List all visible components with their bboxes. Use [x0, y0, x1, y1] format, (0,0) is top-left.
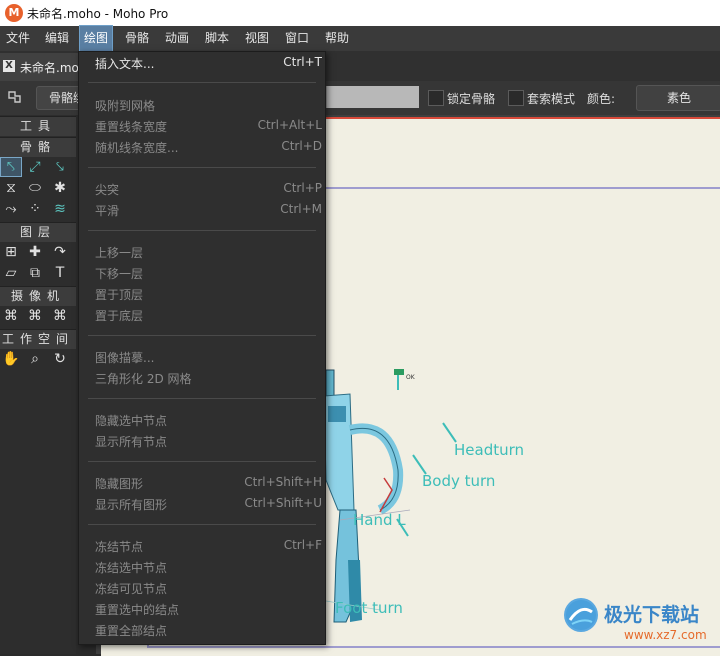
menu-item-freeze-selected-points[interactable]: 冻结选中节点	[78, 556, 324, 577]
menu-item-freeze-visible-points[interactable]: 冻结可见节点	[78, 577, 324, 598]
close-tab-icon[interactable]: X	[3, 60, 15, 72]
reparent-bone-tool-icon[interactable]: ⧖	[1, 179, 21, 197]
camera-roll-tool-icon[interactable]: ⌘	[50, 307, 70, 325]
bone-tools-header: 骨骼	[0, 137, 76, 157]
shear-layer-tool-icon[interactable]: ▱	[1, 264, 21, 282]
menu-separator	[88, 524, 316, 525]
menu-separator	[88, 230, 316, 231]
bone-label-body-turn[interactable]: Body turn	[422, 472, 495, 490]
menu-item-freeze-points[interactable]: 冻结节点 Ctrl+F	[78, 535, 324, 556]
menu-item-raise-shape[interactable]: 上移一层	[78, 241, 324, 262]
camera-tools-header: 摄像机	[0, 286, 76, 306]
menu-bone[interactable]: 骨骼	[121, 26, 153, 51]
menu-item-random-line-width[interactable]: 随机线条宽度... Ctrl+D	[78, 136, 324, 157]
menu-item-reset-line-width[interactable]: 重置线条宽度 Ctrl+Alt+L	[78, 115, 324, 136]
window-title: 未命名.moho - Moho Pro	[27, 7, 169, 21]
watermark-title: 极光下载站	[604, 604, 700, 626]
menu-item-triangulate-mesh[interactable]: 三角形化 2D 网格	[78, 367, 324, 388]
menu-item-snap-to-grid[interactable]: 吸附到网格	[78, 94, 324, 115]
bind-points-tool-icon[interactable]: ⁘	[25, 200, 45, 218]
watermark-url: www.xz7.com	[624, 628, 707, 642]
menu-separator	[88, 167, 316, 168]
rotate-layer-tool-icon[interactable]: ↷	[50, 243, 70, 261]
menu-edit[interactable]: 编辑	[41, 26, 73, 51]
bind-layer-tool-icon[interactable]: ⤳	[1, 200, 21, 218]
text-tool-icon[interactable]: T	[50, 264, 70, 282]
menu-item-reset-all-points[interactable]: 重置全部结点	[78, 619, 324, 640]
bone-strength-tool-icon[interactable]: ⬭	[25, 179, 45, 197]
menu-item-hide-selected-points[interactable]: 隐藏选中节点	[78, 409, 324, 430]
lock-bone-checkbox[interactable]	[428, 90, 444, 106]
add-bone-tool-icon[interactable]: ⤥	[50, 158, 70, 176]
lock-bone-label: 锁定骨骼	[447, 92, 496, 106]
menu-file[interactable]: 文件	[2, 26, 34, 51]
menu-item-smooth[interactable]: 平滑 Ctrl+M	[78, 199, 324, 220]
menu-help[interactable]: 帮助	[321, 26, 353, 51]
menu-item-lower-shape[interactable]: 下移一层	[78, 262, 324, 283]
menu-item-send-to-bottom[interactable]: 置于底层	[78, 304, 324, 325]
lasso-mode-label: 套索模式	[527, 92, 576, 106]
menu-window[interactable]: 窗口	[281, 26, 313, 51]
set-origin-tool-icon[interactable]: ✚	[25, 243, 45, 261]
bone-label-headturn[interactable]: Headturn	[454, 441, 524, 459]
menu-draw[interactable]: 绘图	[78, 25, 114, 52]
menu-script[interactable]: 脚本	[201, 26, 233, 51]
transform-layer-tool-icon[interactable]: ⊞	[1, 243, 21, 261]
bone-label-foot-turn[interactable]: Foot turn	[335, 599, 403, 617]
menu-view[interactable]: 视图	[241, 26, 273, 51]
camera-zoom-tool-icon[interactable]: ⌘	[25, 307, 45, 325]
menu-item-reset-selected-points[interactable]: 重置选中的结点	[78, 598, 324, 619]
bone-tool-icon	[6, 88, 26, 106]
layer-tools-header: 图层	[0, 222, 76, 242]
lasso-mode-checkbox[interactable]	[508, 90, 524, 106]
moho-logo-icon: M	[5, 4, 23, 22]
transform-bone-tool-icon[interactable]: ⤢	[25, 158, 45, 176]
camera-track-tool-icon[interactable]: ⌘	[1, 307, 21, 325]
hand-pan-tool-icon[interactable]: ✋	[1, 350, 21, 368]
menu-item-peak[interactable]: 尖突 Ctrl+P	[78, 178, 324, 199]
frame-guide-bottom	[147, 646, 720, 648]
color-select[interactable]: 素色	[636, 85, 720, 111]
menu-item-trace-image[interactable]: 图像描摹...	[78, 346, 324, 367]
rotate-workspace-tool-icon[interactable]: ↻	[50, 350, 70, 368]
zoom-tool-icon[interactable]: ⌕	[25, 350, 45, 368]
workspace-tools-header: 工作空间	[0, 329, 76, 349]
manipulate-bones-tool-icon[interactable]: ✱	[50, 179, 70, 197]
watermark-logo-icon	[564, 598, 598, 632]
menu-item-hide-shapes[interactable]: 隐藏图形 Ctrl+Shift+H	[78, 472, 324, 493]
menu-separator	[88, 82, 316, 83]
menu-item-show-all-points[interactable]: 显示所有节点	[78, 430, 324, 451]
menu-item-bring-to-top[interactable]: 置于顶层	[78, 283, 324, 304]
menu-separator	[88, 461, 316, 462]
menu-item-show-all-shapes[interactable]: 显示所有图形 Ctrl+Shift+U	[78, 493, 324, 514]
menu-separator	[88, 398, 316, 399]
switch-layer-tool-icon[interactable]: ⧉	[25, 264, 45, 282]
offset-bone-tool-icon[interactable]: ≋	[50, 200, 70, 218]
menu-separator	[88, 335, 316, 336]
small-bone-marker-label: OK	[406, 374, 415, 381]
select-bone-tool-icon[interactable]: ⤣	[0, 157, 22, 177]
bone-label-hand-l[interactable]: Hand L	[353, 511, 406, 529]
menu-item-insert-text[interactable]: 插入文本... Ctrl+T	[78, 52, 324, 73]
bone-name-field[interactable]	[326, 86, 419, 108]
color-label: 颜色:	[587, 92, 616, 106]
small-bone-marker	[394, 369, 404, 390]
menu-animation[interactable]: 动画	[161, 26, 193, 51]
tools-header: 工具	[0, 116, 76, 136]
character-rig[interactable]	[320, 360, 440, 630]
